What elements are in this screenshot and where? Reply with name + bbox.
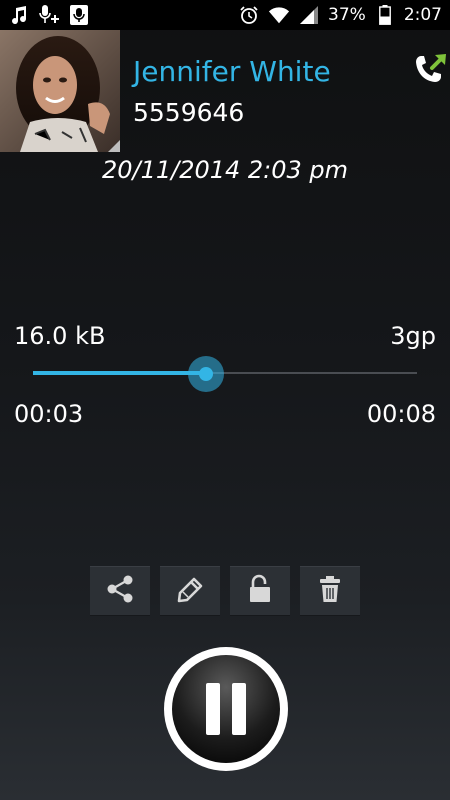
- rename-button[interactable]: [160, 566, 220, 616]
- pause-bar-left: [206, 683, 220, 735]
- battery-icon: [374, 4, 396, 26]
- clock: 2:07: [403, 5, 442, 25]
- pause-bar-right: [232, 683, 246, 735]
- total-duration: 00:08: [366, 400, 436, 428]
- status-bar: 37% 2:07: [0, 0, 450, 30]
- trash-icon: [314, 573, 346, 609]
- signal-icon: [298, 4, 320, 26]
- pencil-icon: [174, 573, 206, 609]
- pause-icon: [172, 655, 280, 763]
- contact-number: 5559646: [133, 98, 245, 127]
- mic-add-icon: [38, 4, 60, 26]
- seek-thumb[interactable]: [187, 356, 224, 392]
- delete-button[interactable]: [300, 566, 360, 616]
- contact-name[interactable]: Jennifer White: [133, 55, 331, 88]
- elapsed-time: 00:03: [14, 400, 84, 428]
- file-size: 16.0 kB: [14, 322, 106, 350]
- action-bar: [90, 566, 360, 616]
- file-format: 3gp: [390, 322, 436, 350]
- battery-percent: 37%: [328, 5, 366, 25]
- voicemail-icon: [68, 4, 90, 26]
- pause-button[interactable]: [164, 647, 288, 771]
- music-note-icon: [8, 4, 30, 26]
- seek-progress: [33, 371, 206, 375]
- seek-thumb-core: [198, 367, 213, 381]
- wifi-icon: [268, 4, 290, 26]
- lock-icon: [244, 573, 276, 609]
- share-button[interactable]: [90, 566, 150, 616]
- contact-avatar[interactable]: [0, 30, 120, 152]
- alarm-icon: [238, 4, 260, 26]
- outgoing-call-icon: [410, 50, 450, 90]
- lock-button[interactable]: [230, 566, 290, 616]
- share-icon: [104, 573, 136, 609]
- recording-datetime: 20/11/2014 2:03 pm: [101, 156, 349, 184]
